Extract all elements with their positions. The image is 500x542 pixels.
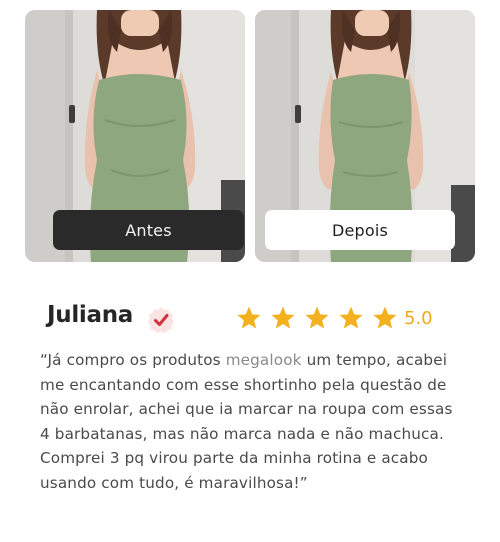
rating-value: 5.0 bbox=[404, 307, 433, 329]
rating-stars: 5.0 bbox=[236, 305, 433, 331]
verified-check-icon bbox=[148, 307, 174, 333]
review-text-start: “Já compro os produtos bbox=[40, 351, 226, 369]
review-text-end: um tempo, acabei me encantando com esse … bbox=[40, 351, 453, 492]
star-icon bbox=[373, 306, 397, 329]
star-icon bbox=[271, 306, 295, 329]
star-icon bbox=[237, 306, 261, 329]
after-photo: Depois bbox=[255, 10, 475, 262]
reviewer-name: Juliana bbox=[47, 302, 134, 328]
before-label: Antes bbox=[53, 210, 244, 250]
after-label: Depois bbox=[265, 210, 455, 250]
before-photo: Antes bbox=[25, 10, 245, 262]
brand-name: megalook bbox=[225, 351, 302, 369]
review-text: “Já compro os produtos megalook um tempo… bbox=[40, 348, 460, 495]
star-icon bbox=[305, 306, 329, 329]
star-icon bbox=[339, 306, 363, 329]
testimonial-card: Antes Depois Juliana 5.0 “Já compro os p… bbox=[0, 0, 500, 542]
